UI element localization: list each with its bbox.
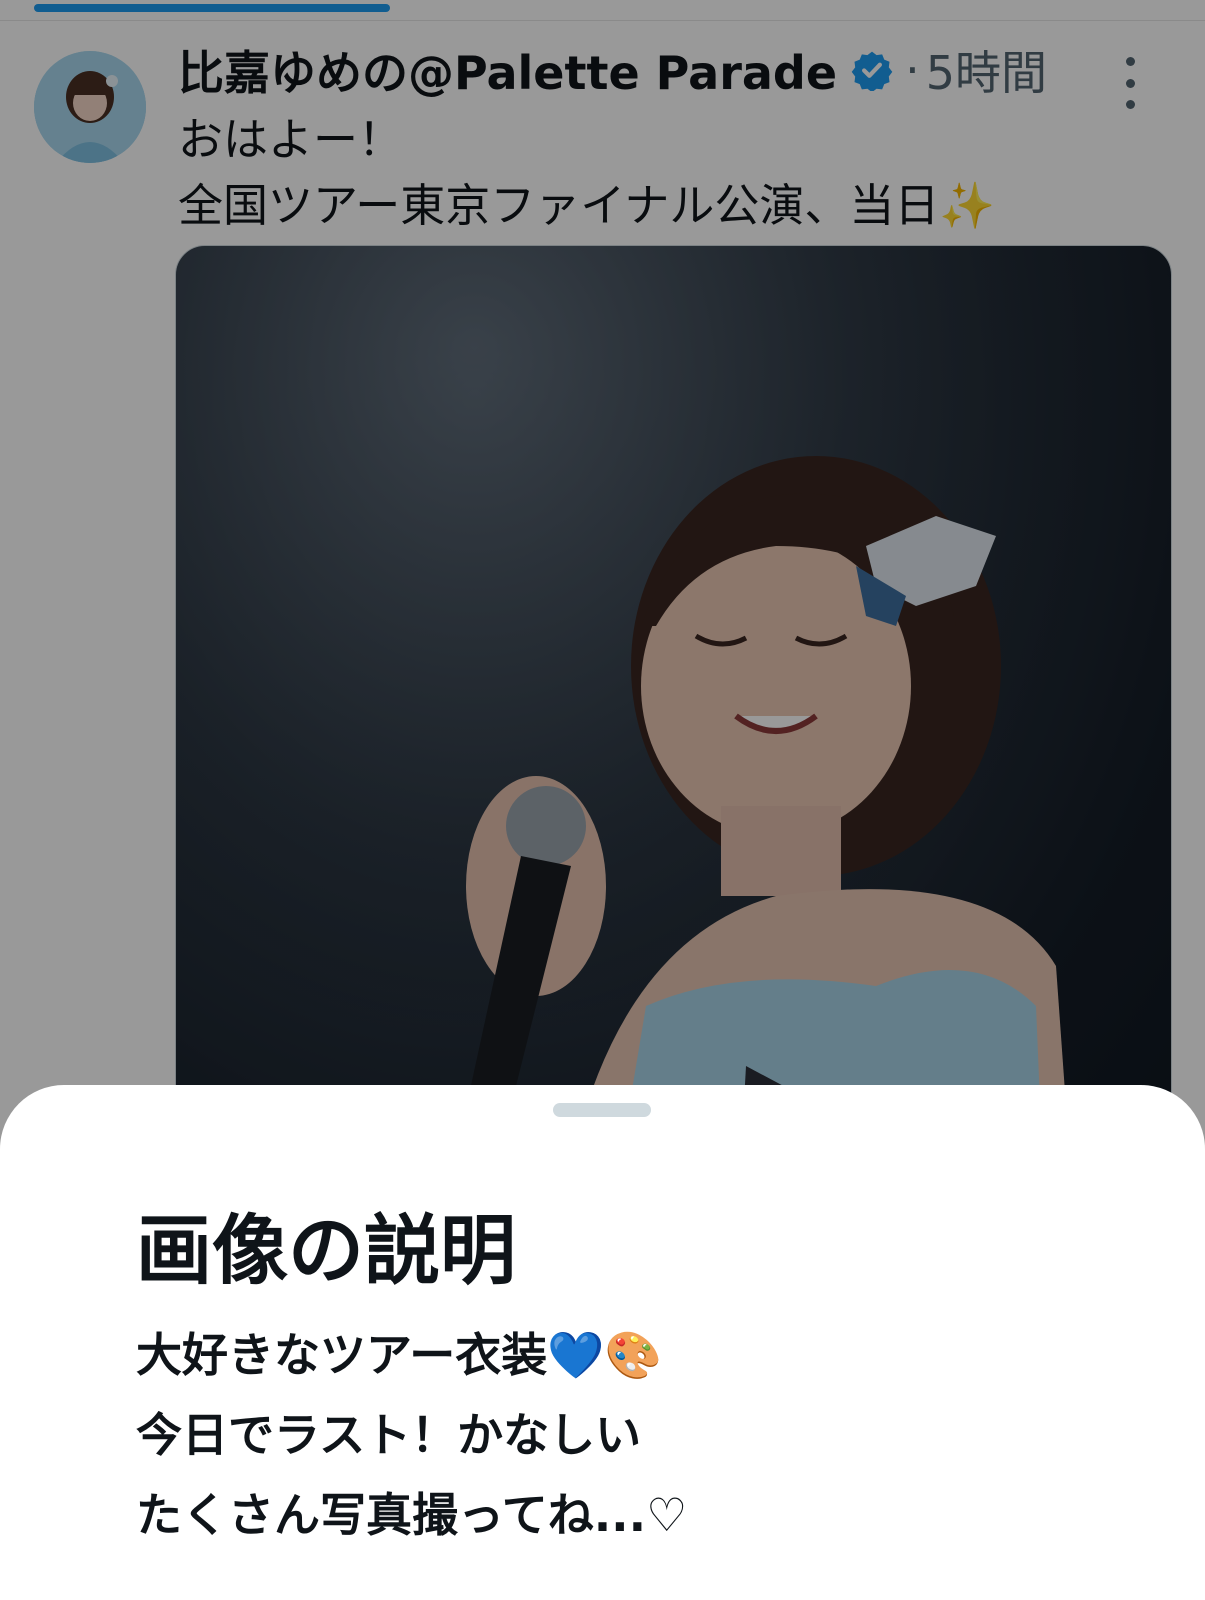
screen: 比嘉ゆめの@Palette Parade · 5時間 おはよー！ 全国ツアー東京…	[0, 0, 1205, 1600]
alt-text-line2: 今日でラスト！かなしい	[136, 1408, 642, 1462]
alt-text-line1: 大好きなツアー衣装💙🎨	[136, 1328, 662, 1382]
alt-text-line3: たくさん写真撮ってね...♡	[136, 1488, 688, 1542]
sheet-title: 画像の説明	[136, 1206, 516, 1295]
alt-text-description: 大好きなツアー衣装💙🎨 今日でラスト！かなしい たくさん写真撮ってね...♡	[136, 1315, 687, 1555]
sheet-drag-handle[interactable]	[553, 1103, 651, 1117]
alt-text-bottom-sheet: 画像の説明 大好きなツアー衣装💙🎨 今日でラスト！かなしい たくさん写真撮ってね…	[0, 1085, 1205, 1600]
